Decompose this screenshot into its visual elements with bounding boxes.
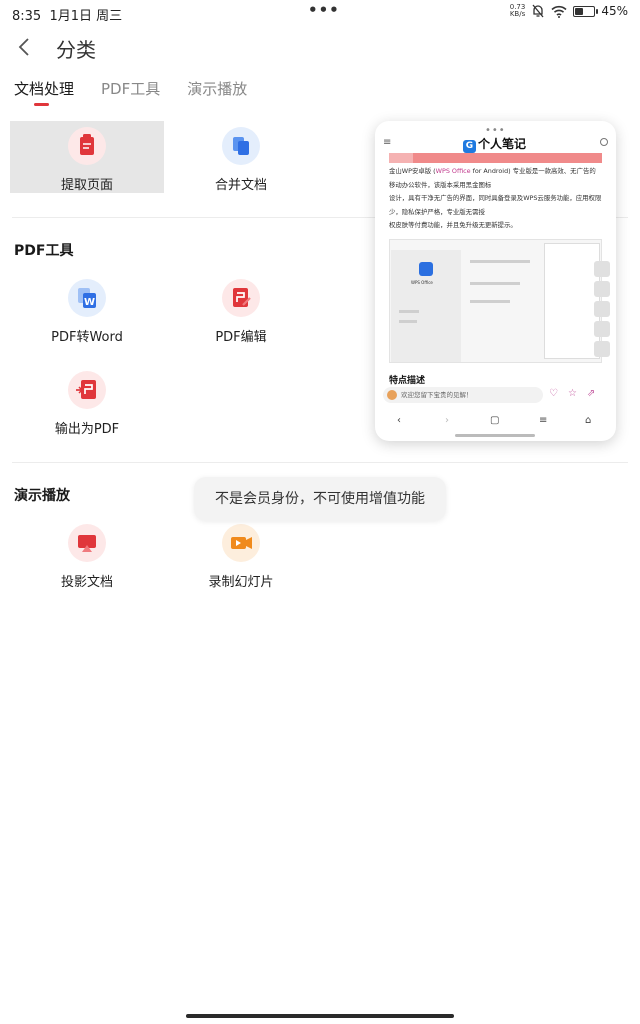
floating-window-preview[interactable]: ••• ≡ G 个人笔记 金山WP安卓版 (WPS Office for Andr…: [375, 121, 616, 441]
screenshot-panel: [544, 243, 600, 359]
tab-indicator: [34, 103, 49, 106]
tab-presentation[interactable]: 演示播放: [187, 78, 247, 99]
tool-extract-page[interactable]: 提取页面: [10, 121, 164, 193]
tool-label: 输出为PDF: [54, 422, 120, 437]
preview-side-rail: [594, 261, 610, 361]
back-arrow-icon: [18, 38, 29, 56]
site-logo: G 个人笔记: [463, 135, 526, 153]
nav-home-icon[interactable]: ⌂: [585, 415, 591, 426]
tool-pdf-to-word[interactable]: W PDF转Word: [10, 273, 164, 345]
home-gesture-bar[interactable]: [186, 1014, 454, 1018]
rail-button[interactable]: [594, 321, 610, 337]
battery-fill: [575, 7, 583, 15]
screenshot-line: [470, 260, 530, 263]
tool-projection[interactable]: 投影文档: [10, 518, 164, 590]
screenshot-line: [470, 282, 520, 285]
comment-input[interactable]: 欢迎您留下宝贵的见解！: [383, 387, 543, 403]
tab-document-processing[interactable]: 文档处理: [14, 78, 74, 99]
wifi-icon: [551, 5, 567, 18]
nav-tabs-icon[interactable]: ▢: [490, 415, 499, 426]
nav-back-icon[interactable]: ‹: [397, 415, 401, 426]
battery-icon: [573, 5, 599, 17]
extract-page-icon: [68, 127, 106, 165]
toast-message: 不是会员身份，不可使用增值功能: [194, 477, 446, 521]
screenshot-line: [470, 300, 510, 303]
section-title-pdf: PDF工具: [14, 243, 74, 259]
preview-banner: [389, 153, 602, 163]
merge-document-icon: [222, 127, 260, 165]
tool-label: 提取页面: [60, 178, 113, 193]
projection-icon: [68, 524, 106, 562]
rail-button[interactable]: [594, 281, 610, 297]
menu-icon[interactable]: ≡: [383, 137, 391, 148]
export-pdf-icon: [68, 371, 106, 409]
battery-percent: 45%: [601, 4, 628, 18]
preview-screenshot: WPS Office: [389, 239, 602, 363]
nav-menu-icon[interactable]: ≡: [539, 415, 547, 426]
svg-text:W: W: [84, 297, 95, 308]
screenshot-app-name: WPS Office: [411, 280, 433, 285]
tab-pdf-tools[interactable]: PDF工具: [101, 78, 160, 99]
tool-record-slides[interactable]: 录制幻灯片: [164, 518, 318, 590]
rail-button[interactable]: [594, 261, 610, 277]
screenshot-sidebar: WPS Office: [391, 250, 461, 362]
tool-pdf-edit[interactable]: PDF编辑: [164, 273, 318, 345]
record-slides-icon: [222, 524, 260, 562]
status-bar: 8:35 1月1日 周三 ••• 0.73 KB/s 45%: [0, 0, 640, 26]
screenshot-line: [399, 320, 417, 323]
status-right: 0.73 KB/s 45%: [509, 3, 628, 19]
tool-label: 投影文档: [60, 575, 113, 590]
back-button[interactable]: [14, 34, 38, 60]
section-title-present: 演示播放: [14, 488, 70, 504]
preview-header: ≡ G 个人笔记: [375, 133, 616, 155]
preview-section-heading: 特点描述: [389, 376, 426, 386]
pdf-to-word-icon: W: [68, 279, 106, 317]
nav-forward-icon[interactable]: ›: [445, 415, 449, 426]
preview-article-text: 金山WP安卓版 (WPS Office for Android) 专业版是一款高…: [389, 167, 602, 229]
screenshot-line: [399, 310, 419, 313]
tool-label: 录制幻灯片: [208, 575, 274, 590]
tool-export-pdf[interactable]: 输出为PDF: [10, 365, 164, 437]
page-title: 分类: [56, 38, 96, 62]
pdf-edit-icon: [222, 279, 260, 317]
rail-button[interactable]: [594, 301, 610, 317]
more-dots-icon[interactable]: •••: [308, 1, 340, 19]
tool-label: PDF编辑: [215, 330, 267, 345]
bell-off-icon: [532, 4, 544, 18]
tool-label: 合并文档: [214, 178, 267, 193]
section-divider: [12, 462, 628, 463]
tool-merge-document[interactable]: 合并文档: [164, 121, 318, 193]
network-speed: 0.73 KB/s: [509, 3, 526, 18]
tool-label: PDF转Word: [51, 330, 123, 345]
category-tabs: 文档处理 PDF工具 演示播放: [14, 78, 247, 99]
wps-logo-icon: [419, 262, 433, 276]
preview-nav-bar: ‹ › ▢ ≡ ⌂: [375, 413, 616, 431]
preview-gesture-bar: [455, 434, 535, 437]
preview-actions[interactable]: ♡☆⇗: [549, 388, 605, 399]
search-icon[interactable]: [600, 138, 608, 146]
rail-button[interactable]: [594, 341, 610, 357]
status-time: 8:35 1月1日 周三: [12, 9, 123, 24]
